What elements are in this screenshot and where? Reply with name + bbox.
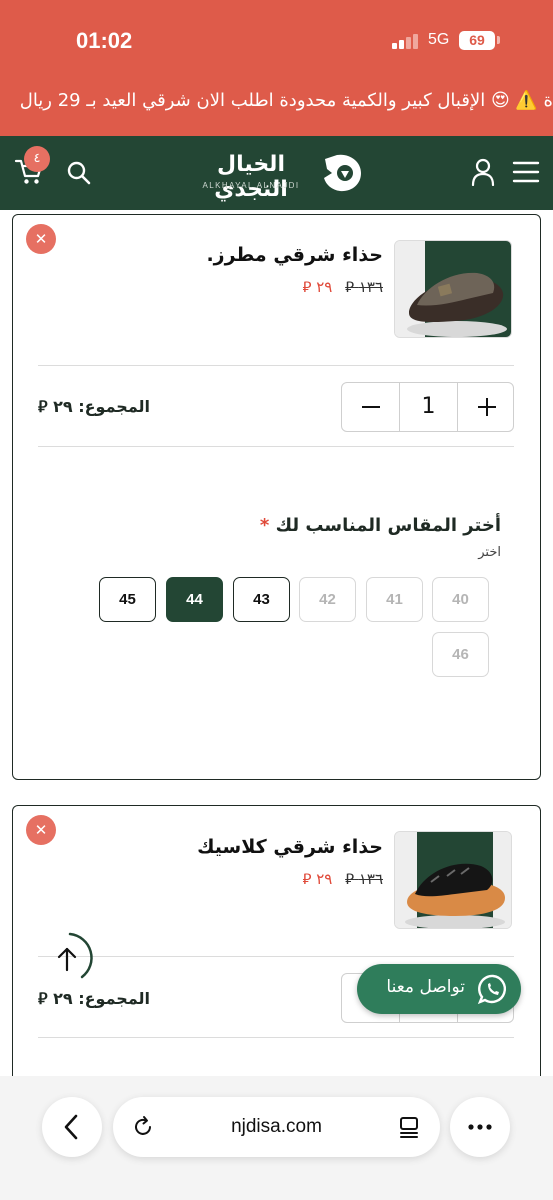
- size-option-43[interactable]: 43: [233, 577, 290, 622]
- increase-quantity-button[interactable]: [458, 383, 515, 431]
- plus-icon: [477, 398, 496, 416]
- quantity-value[interactable]: 1: [400, 383, 457, 431]
- size-option-44[interactable]: 44: [166, 577, 223, 622]
- riyal-symbol-icon: ⃁: [345, 278, 355, 296]
- minus-icon: [361, 406, 380, 408]
- search-icon[interactable]: [66, 160, 92, 186]
- total-value: ٢٩: [53, 397, 73, 416]
- top-banner-area: 01:02 5G 69 ة ⚠️ 😍 الإقبال كبير والكمية …: [0, 0, 553, 136]
- chevron-left-icon: [64, 1114, 78, 1140]
- original-price: ١٣٦ ⃁: [345, 278, 383, 296]
- decrease-quantity-button[interactable]: [342, 383, 399, 431]
- more-options-button[interactable]: [450, 1097, 510, 1157]
- network-type: 5G: [428, 31, 450, 48]
- quantity-stepper[interactable]: 1: [341, 382, 514, 432]
- logo-horse-icon[interactable]: [319, 151, 365, 195]
- sale-price: ٢٩ ⃁: [303, 278, 333, 296]
- riyal-symbol-icon: ⃁: [302, 278, 312, 296]
- total-label: المجموع:: [78, 397, 151, 416]
- size-picker-title: أختر المقاس المناسب لك *: [260, 515, 501, 536]
- total-value: ٢٩: [53, 989, 73, 1008]
- scroll-to-top-button[interactable]: [42, 931, 96, 985]
- product-name[interactable]: حذاء شرقي كلاسيك: [197, 836, 383, 858]
- battery-icon: 69: [459, 31, 495, 50]
- status-time: 01:02: [76, 28, 133, 53]
- size-option-46[interactable]: 46: [432, 632, 489, 677]
- url-text[interactable]: njdisa.com: [173, 1097, 380, 1157]
- riyal-symbol-icon: ⃁: [38, 397, 48, 416]
- size-picker-title-text: أختر المقاس المناسب لك: [275, 515, 501, 536]
- reload-icon[interactable]: [131, 1115, 155, 1139]
- size-picker-hint: اختر: [478, 545, 501, 560]
- sale-price: ٢٩ ⃁: [303, 870, 333, 888]
- cart-count-badge[interactable]: ٤: [24, 146, 50, 172]
- whatsapp-icon: [477, 974, 506, 1005]
- more-dots-icon: [468, 1124, 492, 1130]
- menu-icon[interactable]: [512, 161, 540, 183]
- address-bar[interactable]: njdisa.com: [113, 1097, 440, 1157]
- logo-text-arabic[interactable]: الخيال النجدي: [190, 152, 312, 202]
- sale-price-value: ٢٩: [316, 870, 333, 888]
- size-option-40[interactable]: 40: [432, 577, 489, 622]
- total-label: المجموع:: [78, 989, 151, 1008]
- divider: [38, 365, 514, 366]
- size-option-45[interactable]: 45: [99, 577, 156, 622]
- product-image[interactable]: [394, 240, 512, 338]
- divider: [38, 446, 514, 447]
- riyal-symbol-icon: ⃁: [345, 870, 355, 888]
- required-mark: *: [259, 515, 270, 536]
- battery-tip: [497, 36, 500, 44]
- original-price-value: ١٣٦: [358, 278, 383, 296]
- reader-tabs-icon[interactable]: [397, 1115, 421, 1139]
- sale-price-value: ٢٩: [316, 278, 333, 296]
- sandal-image-icon: [395, 832, 511, 928]
- product-image[interactable]: [394, 831, 512, 929]
- size-option-41[interactable]: 41: [366, 577, 423, 622]
- remove-item-button[interactable]: ✕: [26, 815, 56, 845]
- back-button[interactable]: [42, 1097, 102, 1157]
- size-option-42[interactable]: 42: [299, 577, 356, 622]
- announcement-text[interactable]: ة ⚠️ 😍 الإقبال كبير والكمية محدودة اطلب …: [20, 90, 553, 111]
- riyal-symbol-icon: ⃁: [38, 989, 48, 1008]
- remove-item-button[interactable]: ✕: [26, 224, 56, 254]
- riyal-symbol-icon: ⃁: [302, 870, 312, 888]
- sandal-image-icon: [395, 241, 511, 337]
- price-row: ١٣٦ ⃁ ٢٩ ⃁: [303, 870, 383, 889]
- logo-text-english: ALKHAYAL ALNAJDI: [202, 181, 300, 190]
- whatsapp-contact-button[interactable]: تواصل معنا: [357, 964, 521, 1014]
- price-row: ١٣٦ ⃁ ٢٩ ⃁: [303, 278, 383, 297]
- divider: [38, 1037, 514, 1038]
- product-name[interactable]: حذاء شرقي مطرز.: [206, 244, 383, 266]
- account-icon[interactable]: [471, 158, 495, 186]
- item-total: المجموع: ٢٩ ⃁: [38, 397, 150, 417]
- original-price-value: ١٣٦: [358, 870, 383, 888]
- divider: [38, 956, 514, 957]
- item-total: المجموع: ٢٩ ⃁: [38, 989, 150, 1009]
- whatsapp-label: تواصل معنا: [386, 977, 465, 997]
- cellular-signal-icon: [392, 33, 422, 49]
- original-price: ١٣٦ ⃁: [345, 870, 383, 888]
